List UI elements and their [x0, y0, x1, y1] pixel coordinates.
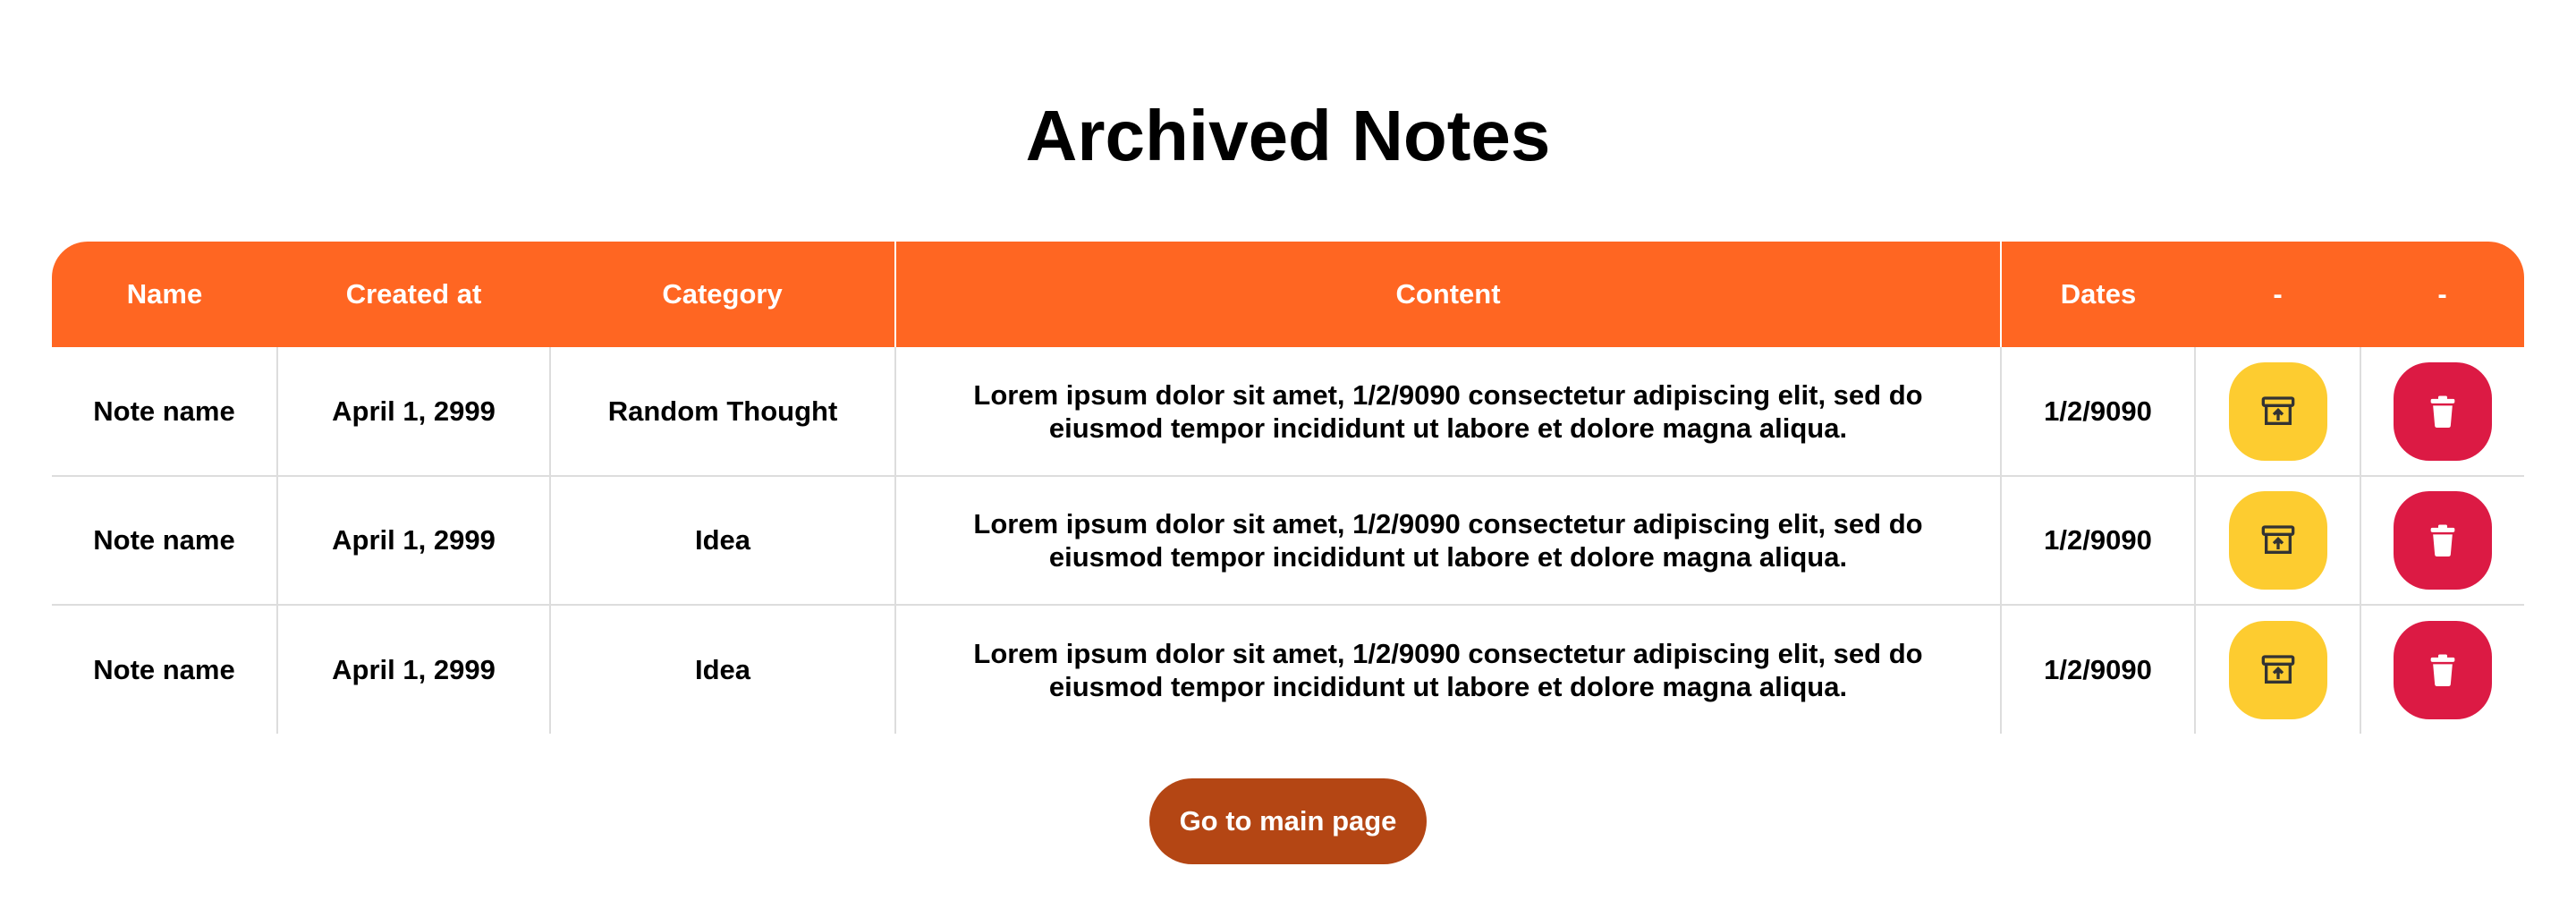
- trash-icon: [2430, 395, 2455, 428]
- dates-cell: 1/2/9090: [2001, 347, 2196, 476]
- unarchive-button[interactable]: [2228, 361, 2327, 461]
- category-cell: Idea: [550, 476, 896, 605]
- dates-cell: 1/2/9090: [2001, 476, 2196, 605]
- archived-notes-table: Name Created at Category Content Dates -…: [52, 242, 2524, 734]
- note-name-cell: Note name: [52, 347, 278, 476]
- unarchive-icon: [2261, 395, 2294, 425]
- delete-button[interactable]: [2394, 361, 2492, 461]
- unarchive-button[interactable]: [2228, 620, 2327, 719]
- note-name-cell: Note name: [52, 605, 278, 734]
- delete-cell: [2360, 476, 2524, 605]
- notes-table-container: Name Created at Category Content Dates -…: [52, 242, 2524, 734]
- archived-notes-page: Archived Notes Name Created at Category …: [0, 0, 2576, 909]
- category-cell: Idea: [550, 605, 896, 734]
- delete-button[interactable]: [2394, 620, 2492, 719]
- dates-cell: 1/2/9090: [2001, 605, 2196, 734]
- column-header-unarchive: -: [2273, 278, 2283, 310]
- created-at-cell: April 1, 2999: [277, 605, 551, 734]
- table-row: Note name April 1, 2999 Idea Lorem ipsum…: [52, 476, 2524, 605]
- table-row: Note name April 1, 2999 Idea Lorem ipsum…: [52, 605, 2524, 734]
- created-at-cell: April 1, 2999: [277, 476, 551, 605]
- content-cell: Lorem ipsum dolor sit amet, 1/2/9090 con…: [895, 347, 2002, 476]
- unarchive-cell: [2195, 605, 2361, 734]
- unarchive-cell: [2195, 347, 2361, 476]
- content-cell: Lorem ipsum dolor sit amet, 1/2/9090 con…: [895, 605, 2002, 734]
- go-to-main-page-button[interactable]: Go to main page: [1149, 778, 1427, 864]
- table-row: Note name April 1, 2999 Random Thought L…: [52, 347, 2524, 476]
- unarchive-icon: [2261, 525, 2294, 554]
- column-header-content: Content: [895, 242, 2002, 347]
- note-name-cell: Note name: [52, 476, 278, 605]
- column-header-delete: -: [2437, 278, 2447, 310]
- category-cell: Random Thought: [550, 347, 896, 476]
- trash-icon: [2430, 654, 2455, 686]
- column-header-dates: Dates: [2060, 278, 2137, 310]
- unarchive-button[interactable]: [2228, 491, 2327, 590]
- unarchive-icon: [2261, 654, 2294, 684]
- unarchive-cell: [2195, 476, 2361, 605]
- trash-icon: [2430, 524, 2455, 557]
- column-header-name: Name: [126, 278, 203, 310]
- delete-button[interactable]: [2394, 491, 2492, 590]
- content-cell: Lorem ipsum dolor sit amet, 1/2/9090 con…: [895, 476, 2002, 605]
- column-header-category: Category: [550, 242, 896, 347]
- delete-cell: [2360, 347, 2524, 476]
- column-header-created: Created at: [345, 278, 482, 310]
- created-at-cell: April 1, 2999: [277, 347, 551, 476]
- page-title: Archived Notes: [1025, 96, 1551, 175]
- table-header-row: Name Created at Category Content Dates -…: [52, 242, 2524, 347]
- delete-cell: [2360, 605, 2524, 734]
